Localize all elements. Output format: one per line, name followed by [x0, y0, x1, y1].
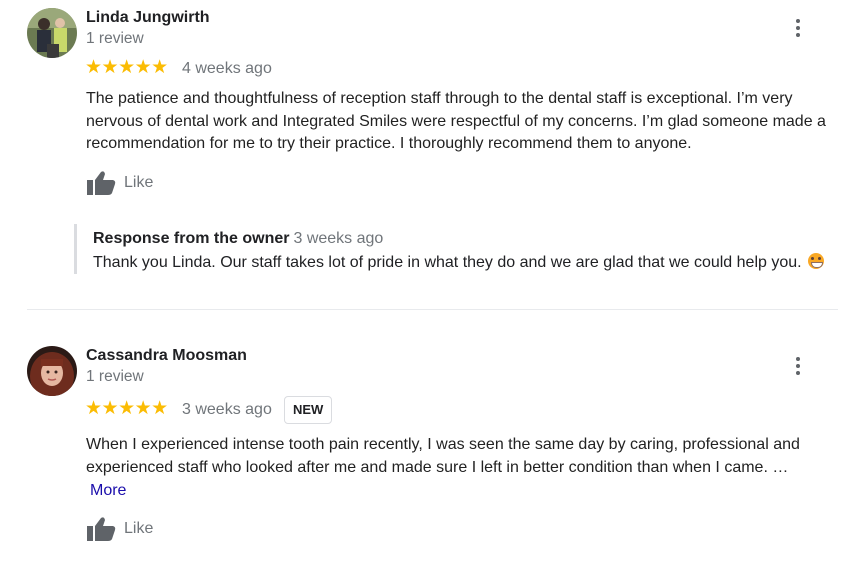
reviewer-name[interactable]: Linda Jungwirth — [86, 9, 210, 27]
review-divider — [27, 309, 838, 310]
more-link[interactable]: More — [90, 482, 126, 500]
like-button[interactable]: Like — [86, 170, 153, 196]
review-text: When I experienced intense tooth pain re… — [86, 436, 800, 476]
reviewer-name[interactable]: Cassandra Moosman — [86, 347, 247, 365]
thumb-up-icon — [87, 171, 116, 195]
reviewer-avatar[interactable] — [27, 8, 77, 58]
reviewer-review-count[interactable]: 1 review — [86, 30, 144, 48]
more-vert-icon — [796, 19, 800, 23]
new-badge: NEW — [284, 396, 333, 424]
review-options-button[interactable] — [788, 16, 808, 40]
star-rating: ★★★★★ — [85, 57, 168, 78]
owner-response-title: Response from the owner — [93, 230, 290, 247]
owner-response-date: 3 weeks ago — [293, 230, 384, 247]
owner-response-text: Thank you Linda. Our staff takes lot of … — [93, 254, 802, 271]
more-vert-icon — [796, 357, 800, 361]
review-options-button[interactable] — [788, 354, 808, 378]
review-date: 4 weeks ago — [182, 60, 272, 77]
reviewer-avatar[interactable] — [27, 346, 77, 396]
review-date: 3 weeks ago — [182, 401, 272, 418]
thumb-up-icon — [87, 517, 116, 541]
grinning-face-emoji-icon — [807, 253, 824, 269]
reviewer-review-count[interactable]: 1 review — [86, 368, 144, 386]
review-text: The patience and thoughtfulness of recep… — [86, 90, 826, 152]
owner-response: Response from the owner 3 weeks ago Thank… — [74, 224, 857, 274]
star-rating: ★★★★★ — [85, 398, 168, 419]
like-button[interactable]: Like — [86, 516, 153, 542]
